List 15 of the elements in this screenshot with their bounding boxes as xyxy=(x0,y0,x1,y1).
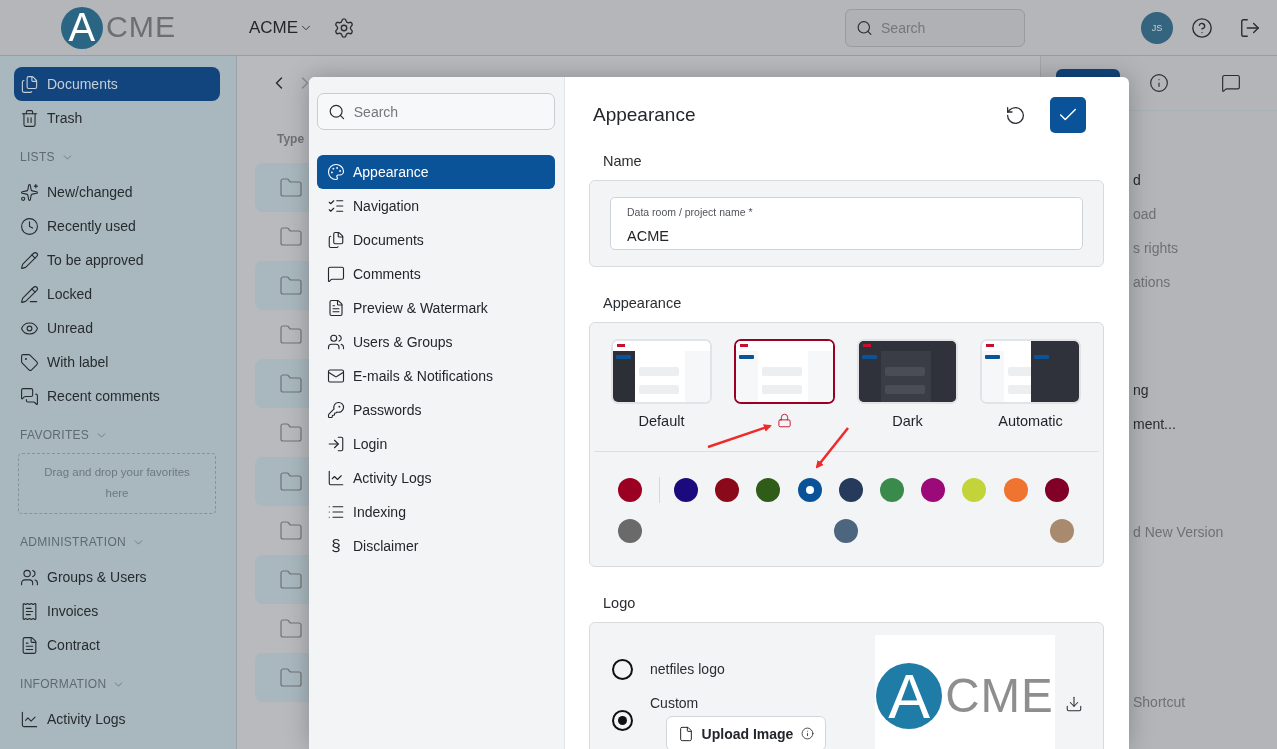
logo: A CME xyxy=(876,663,1054,729)
dialog-title: Appearance xyxy=(593,104,696,126)
section-heading: LISTS xyxy=(20,149,55,166)
section-heading: INFORMATION xyxy=(20,676,107,693)
section-sign-icon: § xyxy=(327,536,345,556)
section-title: Appearance xyxy=(602,294,683,313)
logo: A CME xyxy=(60,6,177,49)
section-heading: FAVORITES xyxy=(20,427,90,444)
theme-label: Automatic xyxy=(998,412,1063,430)
section-title: Logo xyxy=(602,594,637,613)
theme-label: Default xyxy=(638,412,685,430)
theme-label: Dark xyxy=(892,412,923,430)
section-title: Name xyxy=(602,152,643,171)
favorites-dropzone: Drag and drop your favorites here xyxy=(18,453,216,514)
section-heading: ADMINISTRATION xyxy=(20,534,126,551)
